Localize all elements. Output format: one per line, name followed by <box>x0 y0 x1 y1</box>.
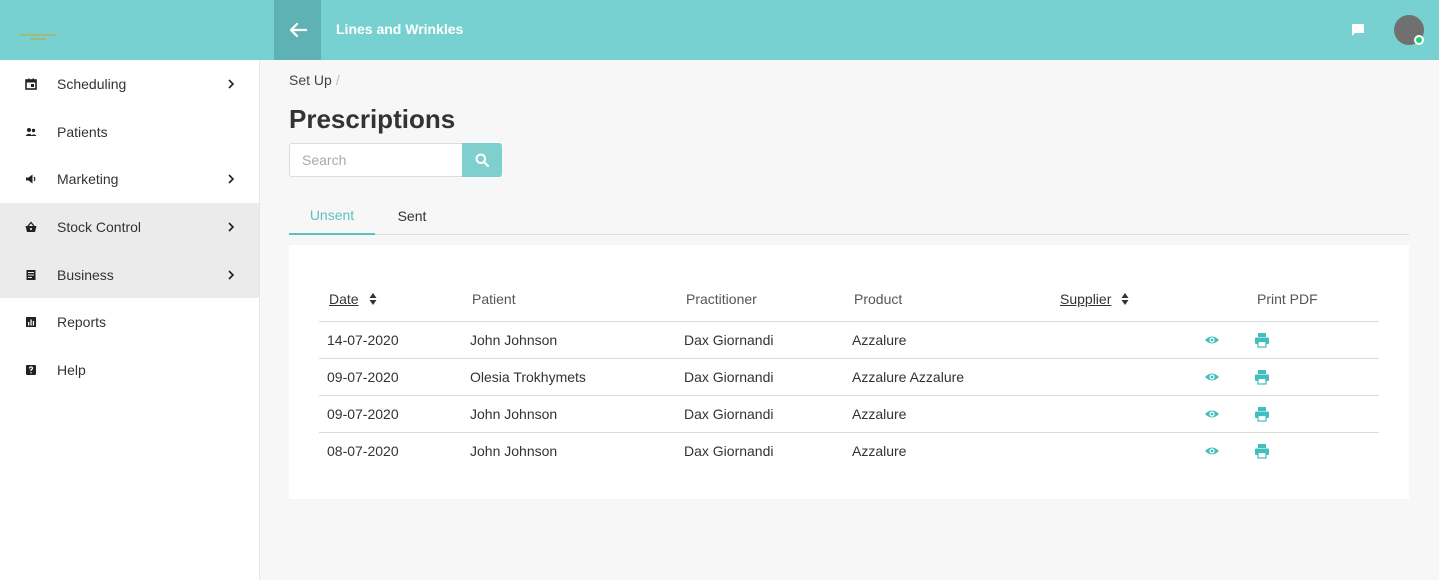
sidebar-item-marketing[interactable]: Marketing <box>0 155 259 203</box>
cell-date: 09-07-2020 <box>327 406 399 422</box>
breadcrumb: Set Up / <box>289 72 340 88</box>
cell-product: Azzalure <box>852 406 907 422</box>
back-button[interactable] <box>274 0 321 60</box>
chat-icon[interactable] <box>1349 21 1367 39</box>
table-row: 08-07-2020 John Johnson Dax Giornandi Az… <box>319 432 1379 469</box>
arrow-left-icon <box>289 22 307 38</box>
cell-product: Azzalure <box>852 332 907 348</box>
chevron-right-icon <box>228 222 235 232</box>
sidebar: Scheduling Patients Marketing Stock Cont… <box>0 60 260 580</box>
cell-date: 09-07-2020 <box>327 369 399 385</box>
column-header-patient: Patient <box>472 291 516 307</box>
cell-product: Azzalure Azzalure <box>852 369 965 385</box>
column-header-label: Supplier <box>1060 291 1112 307</box>
sidebar-item-label: Patients <box>57 123 108 140</box>
breadcrumb-separator: / <box>335 72 340 88</box>
column-header-product: Product <box>854 291 903 307</box>
prescriptions-table: Date Patient Practitioner Product Suppli… <box>289 245 1409 499</box>
document-icon <box>25 269 37 281</box>
eye-icon[interactable] <box>1204 406 1220 422</box>
cell-practitioner: Dax Giornandi <box>684 332 774 348</box>
help-icon <box>25 364 37 376</box>
cell-practitioner: Dax Giornandi <box>684 369 774 385</box>
breadcrumb-item-setup[interactable]: Set Up <box>289 72 332 88</box>
sidebar-item-label: Scheduling <box>57 75 127 92</box>
cell-practitioner: Dax Giornandi <box>684 443 774 459</box>
eye-icon[interactable] <box>1204 443 1220 459</box>
sidebar-item-label: Business <box>57 266 114 283</box>
app-title: Lines and Wrinkles <box>336 21 464 37</box>
sidebar-item-help[interactable]: Help <box>0 346 259 394</box>
online-status-dot <box>1414 35 1424 45</box>
column-header-date[interactable]: Date <box>329 291 377 307</box>
sidebar-item-patients[interactable]: Patients <box>0 108 259 156</box>
table-row: 14-07-2020 John Johnson Dax Giornandi Az… <box>319 321 1379 358</box>
megaphone-icon <box>25 173 37 185</box>
eye-icon[interactable] <box>1204 332 1220 348</box>
printer-icon[interactable] <box>1254 406 1270 422</box>
column-header-practitioner: Practitioner <box>686 291 757 307</box>
sidebar-item-stock-control[interactable]: Stock Control <box>0 203 259 251</box>
page-title: Prescriptions <box>289 104 456 134</box>
printer-icon[interactable] <box>1254 369 1270 385</box>
eye-icon[interactable] <box>1204 369 1220 385</box>
tab-sent[interactable]: Sent <box>375 197 449 235</box>
search-input[interactable] <box>289 143 463 177</box>
printer-icon[interactable] <box>1254 443 1270 459</box>
tab-unsent[interactable]: Unsent <box>289 197 375 235</box>
chevron-right-icon <box>228 174 235 184</box>
cell-product: Azzalure <box>852 443 907 459</box>
sidebar-item-label: Reports <box>57 314 107 331</box>
search-icon <box>475 153 489 167</box>
cell-practitioner: Dax Giornandi <box>684 406 774 422</box>
sidebar-item-label: Marketing <box>57 171 119 188</box>
cell-date: 08-07-2020 <box>327 443 399 459</box>
column-header-supplier[interactable]: Supplier <box>1060 291 1129 307</box>
people-icon <box>25 126 37 138</box>
cell-patient: John Johnson <box>470 332 558 348</box>
cell-patient: John Johnson <box>470 406 558 422</box>
sidebar-item-label: Stock Control <box>57 218 142 235</box>
calendar-icon <box>25 78 37 90</box>
chart-icon <box>25 316 37 328</box>
sort-icon <box>369 293 377 305</box>
sidebar-item-label: Help <box>57 361 86 378</box>
tabs: Unsent Sent <box>289 197 1409 235</box>
table-row: 09-07-2020 Olesia Trokhymets Dax Giornan… <box>319 358 1379 395</box>
search-button[interactable] <box>462 143 502 177</box>
sidebar-item-scheduling[interactable]: Scheduling <box>0 60 259 108</box>
cell-patient: Olesia Trokhymets <box>470 369 586 385</box>
basket-icon <box>25 221 37 233</box>
sidebar-item-business[interactable]: Business <box>0 250 259 299</box>
table-row: 09-07-2020 John Johnson Dax Giornandi Az… <box>319 395 1379 432</box>
cell-patient: John Johnson <box>470 443 558 459</box>
sort-icon <box>1121 293 1129 305</box>
top-bar: Lines and Wrinkles <box>0 0 1439 60</box>
column-header-print-pdf: Print PDF <box>1257 291 1318 307</box>
printer-icon[interactable] <box>1254 332 1270 348</box>
sidebar-item-reports[interactable]: Reports <box>0 298 259 346</box>
chevron-right-icon <box>228 270 235 280</box>
chevron-right-icon <box>228 79 235 89</box>
brand-logo <box>20 34 56 40</box>
cell-date: 14-07-2020 <box>327 332 399 348</box>
column-header-label: Date <box>329 291 359 307</box>
